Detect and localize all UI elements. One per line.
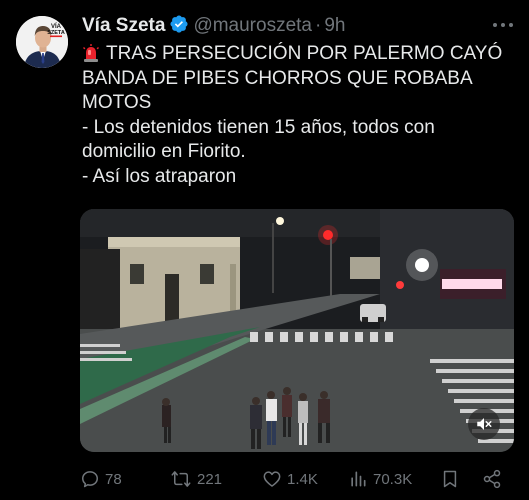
action-bar: 78 221 1.4K 70.3K: [80, 466, 512, 492]
tweet[interactable]: VÍA SZETA Vía Szeta @mauroszeta · 9h TRAS P…: [0, 0, 529, 500]
video-player[interactable]: [80, 209, 514, 452]
reply-icon: [82, 471, 98, 488]
repost-icon: [171, 471, 191, 487]
bookmark-icon: [443, 470, 457, 488]
avatar-logo-text-1: VÍA: [51, 22, 62, 30]
tweet-line-6: - Así los atraparon: [82, 165, 237, 187]
handle[interactable]: @mauroszeta: [193, 15, 312, 36]
avatar[interactable]: VÍA SZETA: [16, 16, 68, 68]
timestamp[interactable]: 9h: [324, 15, 345, 36]
views-button[interactable]: 70.3K: [348, 466, 412, 492]
repost-button[interactable]: 221: [170, 466, 222, 492]
tweet-line-4: - Los detenidos tienen 15 años, todos co…: [82, 116, 435, 138]
tweet-line-3: MOTOS: [82, 92, 152, 113]
repost-count: 221: [197, 470, 223, 488]
tweet-text: TRAS PERSECUCIÓN POR PALERMO CAYÓ BANDA …: [82, 42, 522, 189]
video-frame: [80, 209, 514, 452]
tweet-line-2: BANDA DE PIBES CHORROS QUE ROBABA: [82, 67, 473, 89]
tweet-header: Vía Szeta @mauroszeta · 9h: [82, 14, 345, 41]
heart-icon: [263, 471, 281, 487]
separator-dot: ·: [315, 15, 322, 36]
like-count: 1.4K: [287, 470, 318, 488]
share-icon: [483, 469, 501, 489]
tweet-line-1: TRAS PERSECUCIÓN POR PALERMO CAYÓ: [82, 42, 522, 67]
muted-speaker-icon: [477, 418, 492, 430]
display-name[interactable]: Vía Szeta: [82, 15, 165, 36]
bookmark-button[interactable]: [440, 466, 460, 492]
reply-button[interactable]: 78: [80, 466, 122, 492]
reply-count: 78: [105, 470, 122, 488]
more-options-icon[interactable]: [493, 20, 515, 30]
like-button[interactable]: 1.4K: [262, 466, 318, 492]
mute-button[interactable]: [468, 408, 500, 440]
verified-badge-icon: [169, 14, 189, 41]
tweet-line-5: domicilio en Fiorito.: [82, 141, 246, 162]
view-count: 70.3K: [373, 470, 413, 488]
analytics-icon: [351, 471, 366, 487]
avatar-logo-text-2: SZETA: [47, 30, 65, 36]
share-button[interactable]: [482, 466, 502, 492]
police-siren-icon: [82, 44, 100, 62]
tweet-line-1-text: TRAS PERSECUCIÓN POR PALERMO CAYÓ: [106, 43, 503, 64]
